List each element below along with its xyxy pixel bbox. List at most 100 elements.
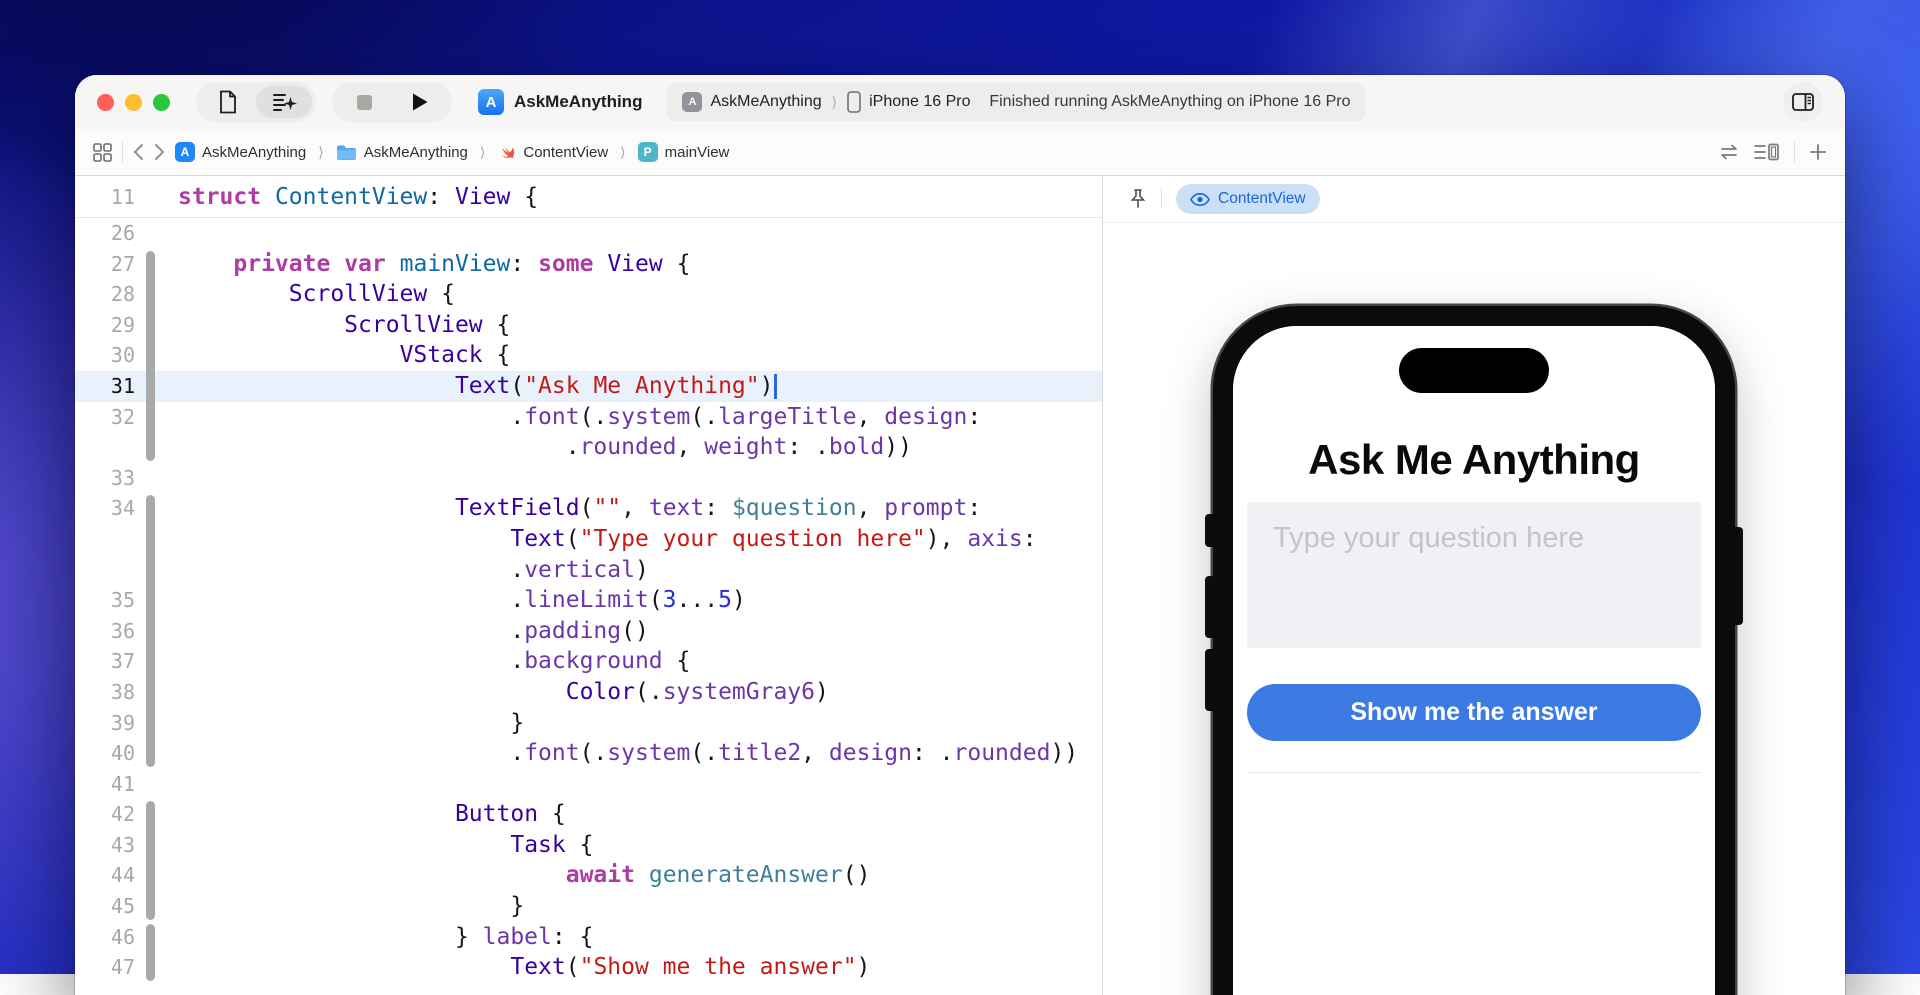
related-items-icon[interactable] — [93, 143, 112, 162]
go-back-icon[interactable] — [133, 143, 144, 161]
code-editor[interactable]: 11struct ContentView: View { 2627 privat… — [75, 176, 1102, 995]
code-row[interactable]: 11struct ContentView: View { — [75, 176, 1102, 218]
code-token: ( — [510, 373, 524, 399]
go-forward-icon[interactable] — [154, 143, 165, 161]
line-number[interactable]: 31 — [75, 371, 135, 402]
code-row[interactable]: 32 .font(.system(.largeTitle, design: — [75, 402, 1102, 433]
code-row[interactable]: 40 .font(.system(.title2, design: .round… — [75, 738, 1102, 769]
close-window-button[interactable] — [97, 94, 114, 111]
code-token: )) — [1050, 740, 1078, 766]
code-row[interactable]: 36 .padding() — [75, 616, 1102, 647]
run-button[interactable] — [392, 86, 448, 118]
question-field[interactable]: Type your question here — [1247, 502, 1701, 648]
code-token — [178, 281, 289, 307]
code-token: . — [178, 587, 524, 613]
line-number[interactable]: 43 — [75, 830, 135, 861]
line-number[interactable]: 44 — [75, 860, 135, 891]
code-token: "Ask Me Anything" — [524, 373, 759, 399]
code-row[interactable]: 45 } — [75, 891, 1102, 922]
line-number[interactable]: 29 — [75, 310, 135, 341]
code-token: label — [483, 924, 552, 950]
line-number[interactable]: 45 — [75, 891, 135, 922]
line-number[interactable]: 35 — [75, 585, 135, 616]
breadcrumb-file[interactable]: ContentView — [497, 143, 608, 162]
code-row[interactable]: 46 } label: { — [75, 922, 1102, 953]
preview-target-pill[interactable]: ContentView — [1176, 184, 1320, 214]
code-token: { — [538, 801, 566, 827]
breadcrumb-label: AskMeAnything — [364, 144, 468, 161]
line-number[interactable]: 26 — [75, 218, 135, 249]
code-row[interactable]: 47 Text("Show me the answer") — [75, 952, 1102, 983]
swap-editor-icon[interactable] — [1718, 143, 1740, 161]
code-token: Text — [455, 373, 510, 399]
line-number[interactable]: 46 — [75, 922, 135, 953]
new-file-button[interactable] — [200, 86, 256, 118]
code-row[interactable]: 35 .lineLimit(3...5) — [75, 585, 1102, 616]
code-token — [178, 251, 233, 277]
line-number[interactable]: 11 — [75, 176, 135, 218]
show-answer-button[interactable]: Show me the answer — [1247, 684, 1701, 741]
code-token: (. — [580, 404, 608, 430]
editor-preview-divider[interactable] — [1102, 176, 1103, 995]
line-number[interactable]: 28 — [75, 279, 135, 310]
code-row[interactable]: 31 Text("Ask Me Anything") — [75, 371, 1102, 402]
code-row[interactable]: 33 — [75, 463, 1102, 494]
line-number[interactable]: 36 — [75, 616, 135, 647]
code-assist-button[interactable] — [256, 86, 312, 118]
code-token: . — [178, 648, 524, 674]
code-row[interactable]: 43 Task { — [75, 830, 1102, 861]
stop-button[interactable] — [336, 86, 392, 118]
line-number[interactable]: 38 — [75, 677, 135, 708]
line-number[interactable]: 40 — [75, 738, 135, 769]
code-row[interactable]: .rounded, weight: .bold)) — [75, 432, 1102, 463]
code-row[interactable]: 37 .background { — [75, 646, 1102, 677]
line-number[interactable]: 32 — [75, 402, 135, 433]
code-token: Text — [510, 954, 565, 980]
code-token: $question — [732, 495, 857, 521]
code-token: , — [801, 740, 829, 766]
zoom-window-button[interactable] — [153, 94, 170, 111]
code-row[interactable]: 30 VStack { — [75, 340, 1102, 371]
code-row[interactable]: Text("Type your question here"), axis: — [75, 524, 1102, 555]
code-row[interactable]: 26 — [75, 218, 1102, 249]
toggle-inspector-button[interactable] — [1783, 82, 1823, 122]
code-row[interactable]: 42 Button { — [75, 799, 1102, 830]
code-token: mainView — [400, 251, 511, 277]
line-number[interactable]: 41 — [75, 769, 135, 800]
code-token: (. — [635, 679, 663, 705]
code-row[interactable]: .vertical) — [75, 555, 1102, 586]
line-number[interactable]: 34 — [75, 493, 135, 524]
line-number[interactable]: 27 — [75, 249, 135, 280]
code-row[interactable]: 39 } — [75, 708, 1102, 739]
active-project[interactable]: A AskMeAnything — [478, 89, 642, 115]
code-token: : — [427, 184, 455, 210]
scheme-selector[interactable]: A AskMeAnything ⟩ iPhone 16 Pro Finished… — [666, 83, 1366, 121]
source-control-change-bars — [146, 218, 155, 995]
code-token — [330, 251, 344, 277]
add-editor-icon[interactable] — [1809, 143, 1827, 161]
line-number[interactable]: 37 — [75, 646, 135, 677]
code-row[interactable]: 29 ScrollView { — [75, 310, 1102, 341]
breadcrumb-project[interactable]: A AskMeAnything — [175, 142, 306, 162]
minimize-window-button[interactable] — [125, 94, 142, 111]
code-token: : — [704, 495, 732, 521]
code-row[interactable]: 44 await generateAnswer() — [75, 860, 1102, 891]
activity-status: Finished running AskMeAnything on iPhone… — [989, 93, 1350, 111]
code-token: ( — [580, 495, 594, 521]
code-row[interactable]: 27 private var mainView: some View { — [75, 249, 1102, 280]
code-row[interactable]: 34 TextField("", text: $question, prompt… — [75, 493, 1102, 524]
breadcrumb-group[interactable]: AskMeAnything — [336, 144, 468, 161]
run-controls-group — [332, 82, 452, 122]
minimap-icon[interactable] — [1754, 143, 1780, 161]
code-row[interactable]: 41 — [75, 769, 1102, 800]
pin-preview-icon[interactable] — [1129, 188, 1147, 210]
line-number[interactable]: 42 — [75, 799, 135, 830]
line-number[interactable]: 33 — [75, 463, 135, 494]
line-number[interactable]: 39 — [75, 708, 135, 739]
line-number[interactable]: 30 — [75, 340, 135, 371]
breadcrumb-symbol[interactable]: P mainView — [638, 142, 730, 162]
code-row[interactable]: 38 Color(.systemGray6) — [75, 677, 1102, 708]
preview-header-divider — [1161, 189, 1162, 209]
code-row[interactable]: 28 ScrollView { — [75, 279, 1102, 310]
line-number[interactable]: 47 — [75, 952, 135, 983]
